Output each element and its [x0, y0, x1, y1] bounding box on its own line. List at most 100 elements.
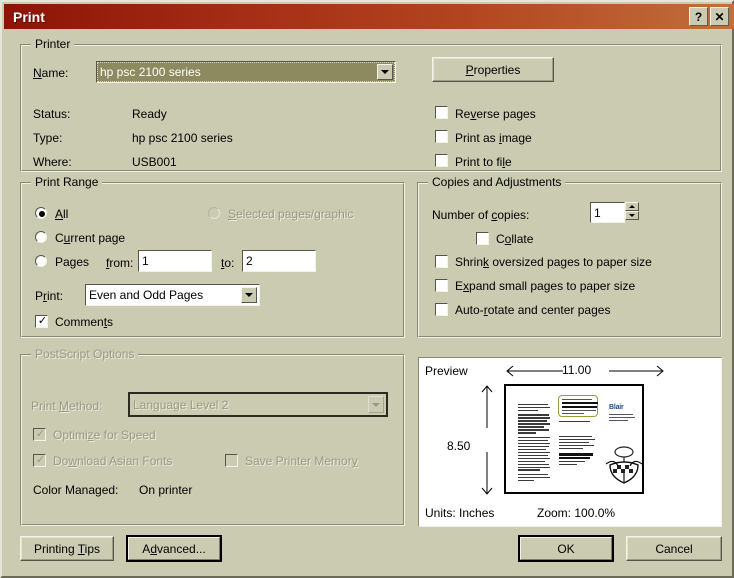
help-icon[interactable]: ?	[689, 7, 708, 26]
printing-tips-button[interactable]: Printing Tips	[20, 536, 114, 561]
printer-name-label: Name:	[33, 66, 68, 80]
number-of-copies-value: 1	[594, 206, 601, 220]
number-of-copies-input[interactable]: 1	[590, 202, 625, 223]
download-asian-fonts-label: Download Asian Fonts	[53, 454, 172, 468]
chevron-down-icon[interactable]	[377, 64, 393, 80]
close-icon[interactable]: ✕	[710, 7, 729, 26]
pages-to-input[interactable]: 2	[242, 250, 316, 272]
printer-name-value: hp psc 2100 series	[97, 65, 377, 79]
check-icon: ✓	[37, 316, 48, 327]
optimize-for-speed-label: Optimize for Speed	[53, 428, 156, 442]
save-printer-memory-label: Save Printer Memory	[245, 454, 358, 468]
ok-button[interactable]: OK	[518, 535, 614, 562]
radio-current-page[interactable]	[35, 231, 47, 243]
spinner-up-button[interactable]	[625, 202, 639, 211]
print-to-file-label: Print to file	[455, 155, 512, 169]
thumb-text-subcaption	[559, 421, 595, 424]
window-title: Print	[13, 9, 45, 25]
expand-small-label: Expand small pages to paper size	[455, 279, 635, 293]
print-dialog: Print ? ✕ Printer Name: hp psc 2100 seri…	[0, 0, 734, 578]
postscript-group-title: PostScript Options	[31, 347, 138, 361]
type-value: hp psc 2100 series	[132, 131, 233, 145]
optimize-for-speed-checkbox: ✓	[33, 428, 46, 441]
preview-label: Preview	[425, 364, 468, 378]
print-method-value: Language Level 2	[130, 398, 368, 412]
type-label: Type:	[33, 131, 62, 145]
printer-name-combo[interactable]: hp psc 2100 series	[96, 61, 396, 83]
collate-label: Collate	[496, 232, 533, 246]
where-label: Where:	[33, 155, 72, 169]
reverse-pages-label: Reverse pages	[455, 107, 536, 121]
radio-selected-pages-label: Selected pages/graphic	[228, 207, 353, 221]
print-subset-combo[interactable]: Even and Odd Pages	[85, 284, 260, 306]
shrink-oversized-checkbox[interactable]	[435, 255, 448, 268]
spinner-down-button[interactable]	[625, 211, 639, 220]
status-value: Ready	[132, 107, 167, 121]
color-managed-label: Color Managed:	[33, 483, 118, 497]
shrink-oversized-label: Shrink oversized pages to paper size	[455, 255, 652, 269]
cancel-button[interactable]: Cancel	[626, 536, 722, 561]
print-method-combo: Language Level 2	[128, 392, 388, 417]
print-to-file-checkbox[interactable]	[435, 154, 448, 167]
print-as-image-label: Print as image	[455, 131, 532, 145]
chevron-down-icon	[368, 396, 384, 413]
properties-button-label: Properties	[466, 63, 521, 77]
print-range-group-title: Print Range	[31, 175, 102, 189]
radio-all[interactable]	[35, 207, 47, 219]
expand-small-checkbox[interactable]	[435, 279, 448, 292]
auto-rotate-label: Auto-rotate and center pages	[455, 303, 610, 317]
save-printer-memory-checkbox	[225, 454, 238, 467]
radio-current-page-label: Current page	[55, 231, 125, 245]
advanced-button[interactable]: Advanced...	[126, 535, 222, 562]
radio-all-label: All	[55, 207, 68, 221]
printing-tips-label: Printing Tips	[34, 542, 100, 556]
thumb-heading: Blair	[609, 404, 624, 411]
pages-from-input[interactable]: 1	[138, 250, 212, 272]
collate-checkbox[interactable]	[476, 232, 489, 245]
thumb-crest-icon	[604, 444, 644, 486]
comments-label: Comments	[55, 315, 113, 329]
ok-label: OK	[520, 537, 612, 560]
copies-group-title: Copies and Adjustments	[428, 175, 565, 189]
printer-group-title: Printer	[31, 37, 74, 51]
print-method-label: Print Method:	[31, 399, 102, 413]
width-dimension-value: 11.00	[562, 363, 591, 377]
print-subset-value: Even and Odd Pages	[86, 288, 241, 302]
height-dimension-value: 8.50	[447, 439, 470, 453]
where-value: USB001	[132, 155, 177, 169]
color-managed-value: On printer	[139, 483, 192, 497]
thumb-highlight-box	[558, 395, 598, 417]
thumb-text-column-middle	[559, 436, 595, 467]
reverse-pages-checkbox[interactable]	[435, 106, 448, 119]
pages-to-value: 2	[246, 254, 253, 268]
print-as-image-checkbox[interactable]	[435, 130, 448, 143]
status-label: Status:	[33, 107, 70, 121]
radio-pages[interactable]	[35, 255, 47, 267]
thumb-text-column-left	[518, 404, 550, 483]
pages-from-label: from:	[106, 256, 133, 270]
preview-units-text: Units: Inches	[425, 506, 494, 520]
auto-rotate-checkbox[interactable]	[435, 303, 448, 316]
advanced-label: Advanced...	[128, 537, 220, 560]
height-dimension-arrow	[480, 384, 494, 496]
radio-selected-pages	[208, 207, 220, 219]
download-asian-fonts-checkbox: ✓	[33, 454, 46, 467]
print-subset-label: Print:	[35, 289, 63, 303]
check-icon: ✓	[35, 455, 46, 466]
radio-pages-label: Pages	[55, 255, 89, 269]
properties-button[interactable]: Properties	[432, 57, 554, 82]
cancel-label: Cancel	[655, 542, 692, 556]
page-thumbnail: Blair	[504, 384, 644, 494]
preview-panel: Preview 11.00 8.50	[418, 357, 722, 527]
chevron-down-icon[interactable]	[241, 287, 257, 303]
check-icon: ✓	[35, 429, 46, 440]
preview-zoom-text: Zoom: 100.0%	[537, 506, 615, 520]
title-bar-buttons: ? ✕	[689, 7, 729, 26]
thumb-text-column-right	[609, 414, 635, 422]
number-of-copies-label: Number of copies:	[432, 208, 529, 222]
pages-to-label: to:	[221, 256, 234, 270]
number-of-copies-spinner[interactable]	[625, 202, 639, 220]
pages-from-value: 1	[142, 254, 149, 268]
comments-checkbox[interactable]: ✓	[35, 315, 48, 328]
title-bar: Print ? ✕	[4, 4, 734, 29]
